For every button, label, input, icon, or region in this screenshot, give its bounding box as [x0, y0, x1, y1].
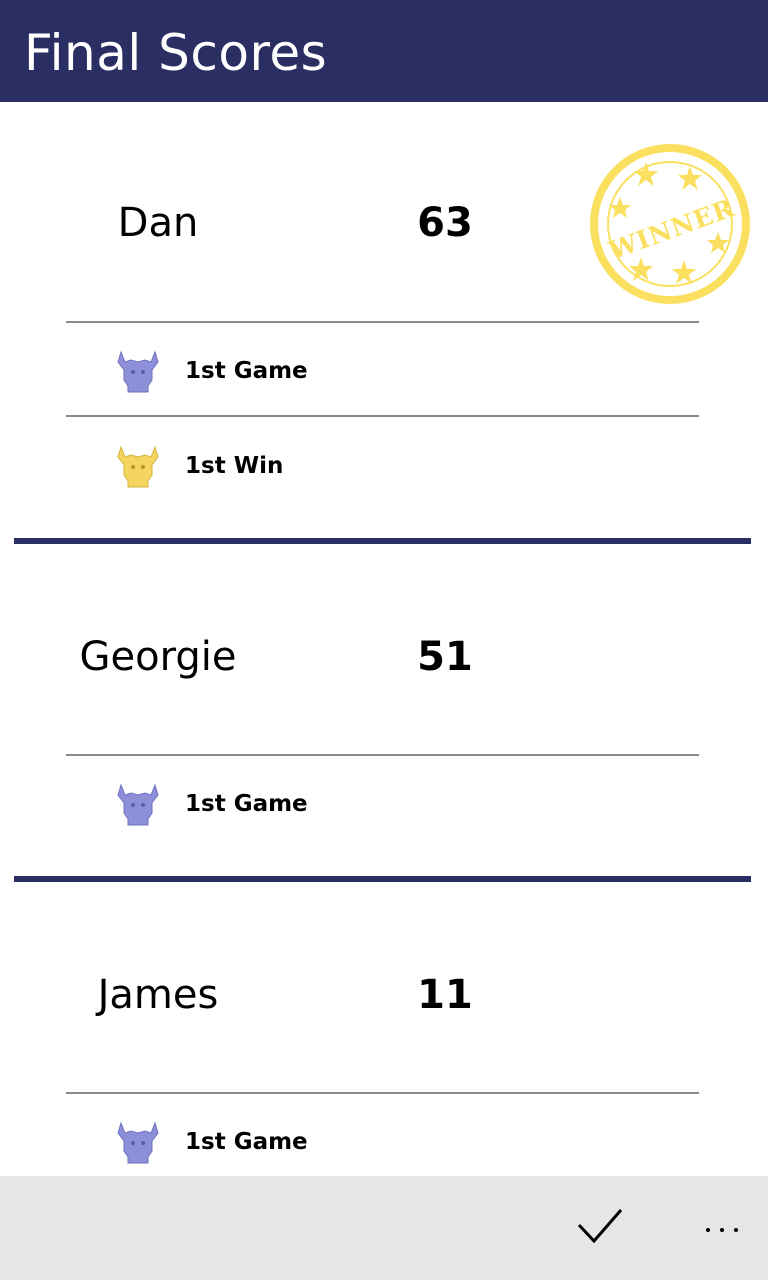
purple-bull-icon — [117, 783, 159, 826]
title-bar: Final Scores — [0, 0, 768, 102]
divider — [66, 1092, 699, 1094]
final-scores-page: Final Scores Dan 63 WINNER 1st Game 1st … — [0, 0, 768, 1280]
achievement-label: 1st Game — [185, 358, 308, 384]
player-name: Georgie — [79, 634, 237, 680]
divider — [66, 321, 699, 323]
achievement-first-game: 1st Game — [115, 781, 515, 831]
app-bar — [0, 1176, 768, 1280]
player-name: James — [97, 972, 219, 1018]
winner-stamp-icon: WINNER — [590, 144, 750, 304]
achievement-first-win: 1st Win — [115, 443, 515, 493]
more-options-button[interactable] — [696, 1206, 756, 1246]
player-name: Dan — [117, 200, 199, 246]
player-card-dan: Dan 63 WINNER 1st Game 1st Win — [0, 102, 768, 542]
player-card-georgie: Georgie 51 1st Game — [0, 544, 768, 874]
purple-bull-icon — [117, 1121, 159, 1164]
player-card-james: James 11 1st Game — [0, 882, 768, 1176]
divider — [66, 415, 699, 417]
stamp-text: WINNER — [604, 193, 738, 266]
achievement-label: 1st Win — [185, 453, 284, 479]
achievement-first-game: 1st Game — [115, 1119, 515, 1169]
checkmark-icon — [577, 1209, 623, 1244]
scores-list[interactable]: Dan 63 WINNER 1st Game 1st Win Georgie 5… — [0, 102, 768, 1176]
purple-bull-icon — [117, 350, 159, 393]
player-score: 11 — [417, 972, 473, 1018]
gold-bull-icon — [117, 445, 159, 488]
divider — [66, 754, 699, 756]
achievement-first-game: 1st Game — [115, 348, 515, 398]
achievement-label: 1st Game — [185, 791, 308, 817]
player-score: 51 — [417, 634, 473, 680]
achievement-label: 1st Game — [185, 1129, 308, 1155]
player-score: 63 — [417, 200, 473, 246]
page-title: Final Scores — [24, 24, 328, 82]
confirm-button[interactable] — [570, 1200, 630, 1250]
